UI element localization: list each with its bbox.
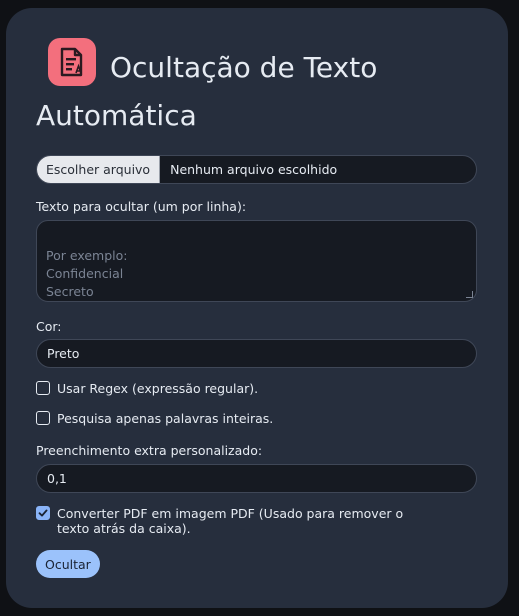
choose-file-button[interactable]: Escolher arquivo bbox=[37, 156, 161, 183]
text-to-redact-textarea[interactable]: Por exemplo: Confidencial Secreto bbox=[36, 220, 477, 302]
whole-words-option[interactable]: Pesquisa apenas palavras inteiras. bbox=[36, 411, 273, 426]
regex-option[interactable]: Usar Regex (expressão regular). bbox=[36, 381, 258, 396]
resize-grip-icon[interactable] bbox=[466, 291, 473, 298]
padding-input[interactable]: 0,1 bbox=[36, 464, 477, 493]
textarea-placeholder: Por exemplo: Confidencial Secreto bbox=[46, 248, 128, 299]
color-select-value: Preto bbox=[47, 346, 80, 361]
file-status: Nenhum arquivo escolhido bbox=[170, 162, 338, 177]
file-input[interactable]: Escolher arquivo Nenhum arquivo escolhid… bbox=[36, 155, 477, 184]
page-title: Ocultação de Texto Automática bbox=[36, 51, 378, 132]
redact-button[interactable]: Ocultar bbox=[36, 550, 100, 578]
regex-label: Usar Regex (expressão regular). bbox=[57, 381, 259, 396]
convert-label: Converter PDF em imagem PDF (Usado para … bbox=[57, 506, 404, 536]
whole-words-checkbox[interactable] bbox=[36, 411, 50, 425]
regex-checkbox[interactable] bbox=[36, 381, 50, 395]
color-select[interactable]: Preto bbox=[36, 339, 477, 368]
color-label: Cor: bbox=[36, 319, 62, 334]
text-to-redact-label: Texto para ocultar (um por linha): bbox=[36, 199, 247, 214]
checkmark-icon bbox=[38, 509, 48, 517]
padding-label: Preenchimento extra personalizado: bbox=[36, 443, 263, 458]
padding-input-value: 0,1 bbox=[47, 471, 67, 486]
convert-option[interactable]: Converter PDF em imagem PDF (Usado para … bbox=[36, 506, 436, 536]
convert-checkbox[interactable] bbox=[36, 506, 50, 520]
redact-card: Ocultação de Texto Automática Escolher a… bbox=[6, 8, 508, 608]
whole-words-label: Pesquisa apenas palavras inteiras. bbox=[57, 411, 274, 426]
